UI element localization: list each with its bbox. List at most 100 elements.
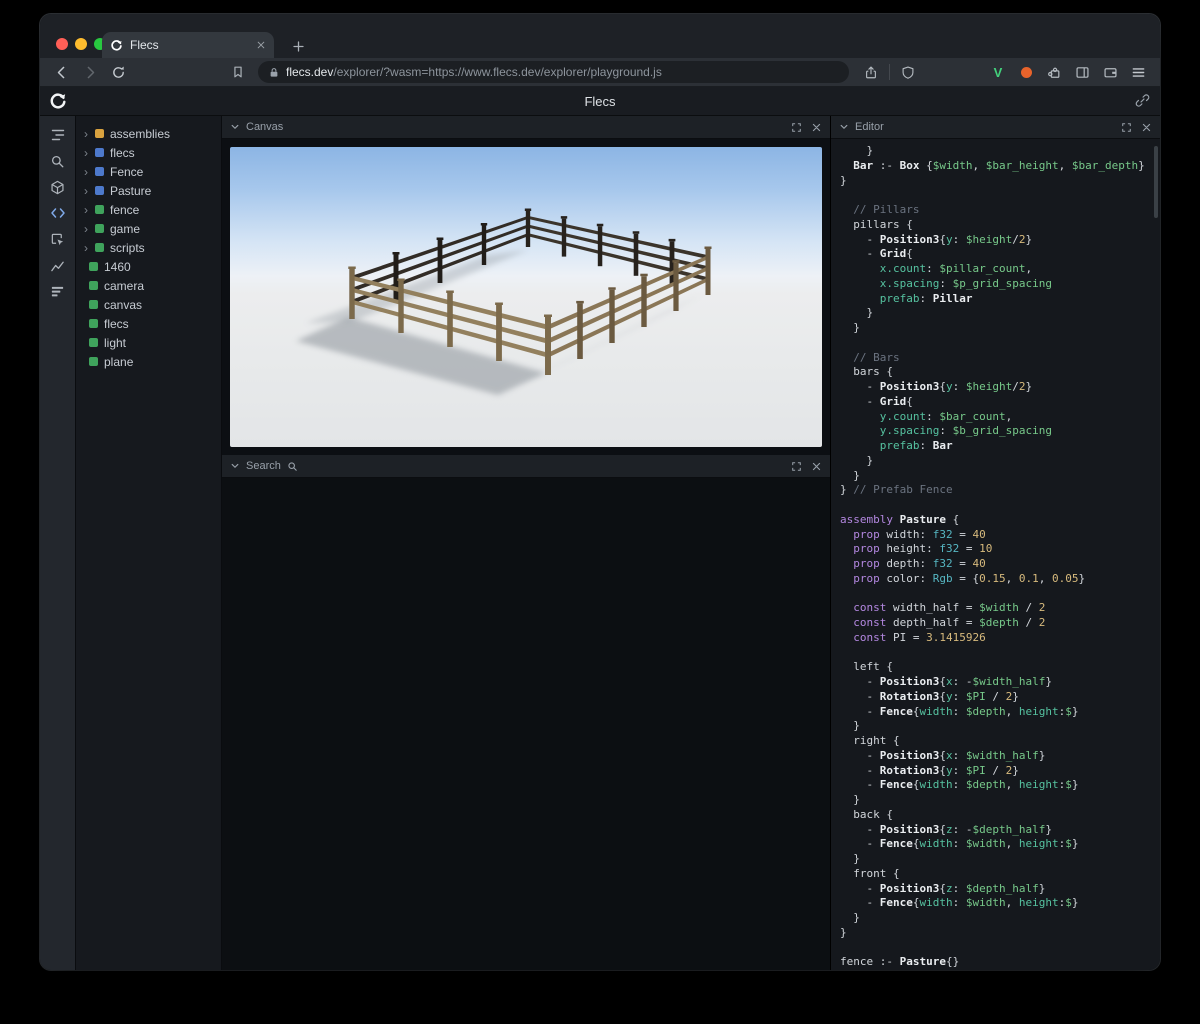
activity-inspect-button[interactable] <box>44 226 72 252</box>
extension-orange-button[interactable] <box>1014 60 1038 84</box>
editor-panel-header: Editor <box>831 116 1160 139</box>
share-button[interactable] <box>859 60 883 84</box>
shields-button[interactable] <box>896 60 920 84</box>
queries-rows-icon <box>51 286 64 296</box>
menu-button[interactable] <box>1126 60 1150 84</box>
entity-kind-icon <box>95 129 104 138</box>
v-extension-icon: V <box>993 64 1003 80</box>
expand-icon[interactable] <box>791 461 802 472</box>
extensions-button[interactable] <box>1042 60 1066 84</box>
code-line: - Fence{width: $depth, height:$} <box>840 778 1079 792</box>
stats-chart-icon <box>51 261 64 271</box>
canvas-panel-title: Canvas <box>246 121 284 133</box>
code-line: - Position3{x: $width_half} <box>840 748 1046 762</box>
entity-kind-icon <box>89 262 98 271</box>
flecs-favicon-icon <box>111 39 122 51</box>
sidebar-toggle-button[interactable] <box>1070 60 1094 84</box>
expand-arrow-icon[interactable]: › <box>84 242 95 254</box>
tree-item-canvas[interactable]: canvas <box>76 295 221 314</box>
bookmark-button[interactable] <box>226 60 250 84</box>
tree-item-game[interactable]: › game <box>76 219 221 238</box>
browser-window: Flecs flecs.dev/explorer/?wasm=https://w… <box>40 14 1160 970</box>
close-window-button[interactable] <box>56 38 68 50</box>
tab-close-icon[interactable] <box>256 40 266 50</box>
forward-button[interactable] <box>78 60 102 84</box>
activity-stats-button[interactable] <box>44 252 72 278</box>
expand-arrow-icon[interactable]: › <box>84 147 95 159</box>
tree-item-camera[interactable]: camera <box>76 276 221 295</box>
url-domain: flecs.dev <box>286 65 334 79</box>
extension-v-button[interactable]: V <box>986 60 1010 84</box>
canvas-3d-view[interactable] <box>230 147 822 447</box>
back-button[interactable] <box>50 60 74 84</box>
activity-entity-tree-button[interactable] <box>44 122 72 148</box>
entity-kind-icon <box>95 224 104 233</box>
code-line: const PI = 3.1415926 <box>853 630 986 644</box>
chevron-down-icon[interactable] <box>839 122 849 132</box>
code-line: bars { <box>840 365 893 379</box>
expand-arrow-icon[interactable]: › <box>84 223 95 235</box>
tree-item-flecs[interactable]: flecs <box>76 314 221 333</box>
code-line: - Position3{z: $depth_half} <box>840 881 1046 895</box>
code-line: - Position3{y: $height/2} <box>840 380 1033 393</box>
code-line: } <box>840 852 860 865</box>
wallet-button[interactable] <box>1098 60 1122 84</box>
chevron-down-icon[interactable] <box>230 461 240 471</box>
close-icon[interactable] <box>811 122 822 133</box>
tree-item-assemblies[interactable]: › assemblies <box>76 124 221 143</box>
tree-item-scripts[interactable]: › scripts <box>76 238 221 257</box>
inspect-cursor-icon <box>51 233 64 245</box>
expand-arrow-icon[interactable]: › <box>84 128 95 140</box>
expand-icon[interactable] <box>791 122 802 133</box>
code-line: - Position3{z: -$depth_half} <box>840 822 1052 836</box>
share-link-icon[interactable] <box>1135 93 1150 108</box>
editor-code[interactable]: } Bar :- Box {$width, $bar_height, $bar_… <box>831 139 1160 970</box>
code-line: - Fence{width: $width, height:$} <box>840 837 1079 851</box>
expand-arrow-icon[interactable]: › <box>84 185 95 197</box>
tree-item-light[interactable]: light <box>76 333 221 352</box>
code-line: // Bars <box>853 350 900 364</box>
tree-item-fence[interactable]: › fence <box>76 200 221 219</box>
editor-scrollbar[interactable] <box>1154 146 1158 218</box>
wallet-icon <box>1103 67 1117 77</box>
plus-icon <box>292 40 304 52</box>
tree-item-1460[interactable]: 1460 <box>76 257 221 276</box>
search-panel-title: Search <box>246 460 281 472</box>
tree-item-Pasture[interactable]: › Pasture <box>76 181 221 200</box>
tree-item-flecs[interactable]: › flecs <box>76 143 221 162</box>
window-controls <box>56 38 106 50</box>
tab-title: Flecs <box>130 38 159 52</box>
tree-item-label: fence <box>110 202 140 217</box>
reload-button[interactable] <box>106 60 130 84</box>
activity-search-button[interactable] <box>44 148 72 174</box>
toolbar-divider <box>889 64 890 80</box>
code-line: - Position3{x: -$width_half} <box>840 675 1052 688</box>
app-header: Flecs <box>40 87 1160 116</box>
new-tab-button[interactable] <box>286 34 310 58</box>
close-icon[interactable] <box>1141 122 1152 133</box>
entity-kind-icon <box>95 205 104 214</box>
entity-tree: › assemblies › flecs › Fence › Pasture › fence › ga… <box>76 116 222 970</box>
expand-arrow-icon[interactable]: › <box>84 166 95 178</box>
close-icon[interactable] <box>811 461 822 472</box>
browser-tab[interactable]: Flecs <box>102 32 274 58</box>
activity-canvas-button[interactable] <box>44 174 72 200</box>
url-bar[interactable]: flecs.dev/explorer/?wasm=https://www.fle… <box>258 61 849 83</box>
code-line: left { <box>840 660 893 674</box>
code-line: } <box>840 719 860 733</box>
hamburger-menu-icon <box>1132 67 1144 77</box>
code-line: } <box>840 144 874 157</box>
chevron-down-icon[interactable] <box>230 122 240 132</box>
activity-queries-button[interactable] <box>44 278 72 304</box>
expand-icon[interactable] <box>1121 122 1132 133</box>
tree-item-Fence[interactable]: › Fence <box>76 162 221 181</box>
expand-arrow-icon[interactable]: › <box>84 204 95 216</box>
minimize-window-button[interactable] <box>75 38 87 50</box>
tree-item-label: assemblies <box>110 126 171 141</box>
tree-item-plane[interactable]: plane <box>76 352 221 371</box>
activity-code-button[interactable] <box>44 200 72 226</box>
